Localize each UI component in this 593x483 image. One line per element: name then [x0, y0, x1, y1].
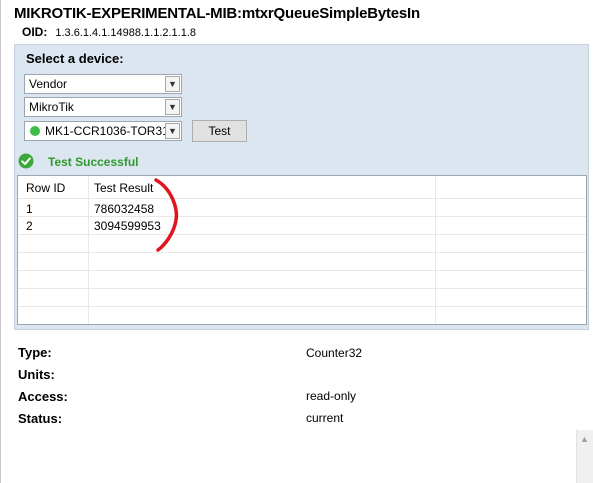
- device-value: MK1-CCR1036-TOR31: [45, 124, 169, 138]
- grid-row-divider: [18, 216, 586, 217]
- test-result-cell: 786032458: [94, 202, 155, 216]
- device-dropdown[interactable]: MK1-CCR1036-TOR31 ▼: [24, 121, 182, 141]
- status-label: Status:: [18, 411, 63, 426]
- vendor-type-value: Vendor: [29, 77, 68, 91]
- access-label: Access:: [18, 389, 68, 404]
- oid-label: OID:: [22, 25, 48, 39]
- type-value: Counter32: [306, 346, 363, 360]
- row-id-cell: 2: [26, 219, 33, 233]
- success-check-icon: [18, 153, 34, 169]
- test-button[interactable]: Test: [192, 120, 247, 142]
- page-title: MIKROTIK-EXPERIMENTAL-MIB:mtxrQueueSimpl…: [14, 5, 420, 22]
- grid-row-divider: [18, 234, 586, 235]
- grid-row-divider: [18, 306, 586, 307]
- oid-row: OID: 1.3.6.1.4.1.14988.1.1.2.1.1.8: [22, 25, 196, 39]
- vendor-value: MikroTik: [29, 100, 74, 114]
- grid-row-divider: [18, 270, 586, 271]
- window-left-border: [0, 0, 1, 483]
- oid-value: 1.3.6.1.4.1.14988.1.1.2.1.1.8: [55, 27, 197, 39]
- scroll-up-arrow-icon[interactable]: ▲: [580, 434, 589, 444]
- select-device-title: Select a device:: [26, 51, 124, 66]
- column-header-row-id[interactable]: Row ID: [26, 181, 65, 195]
- chevron-down-icon[interactable]: ▼: [165, 123, 180, 139]
- grid-row-divider: [18, 288, 586, 289]
- chevron-down-icon[interactable]: ▼: [165, 76, 180, 92]
- grid-row-divider: [18, 252, 586, 253]
- vertical-scrollbar[interactable]: ▲: [576, 430, 593, 483]
- access-value: read-only: [306, 389, 357, 403]
- chevron-down-icon[interactable]: ▼: [165, 99, 180, 115]
- vendor-type-dropdown[interactable]: Vendor ▼: [24, 74, 182, 94]
- row-id-cell: 1: [26, 202, 33, 216]
- type-label: Type:: [18, 345, 52, 360]
- status-value: current: [306, 411, 344, 425]
- units-label: Units:: [18, 367, 55, 382]
- test-status-text: Test Successful: [48, 155, 139, 169]
- device-status-icon: [30, 126, 40, 136]
- vendor-dropdown[interactable]: MikroTik ▼: [24, 97, 182, 117]
- red-bracket-annotation: [154, 178, 179, 252]
- grid-row-divider: [18, 198, 586, 199]
- column-header-test-result[interactable]: Test Result: [94, 181, 153, 195]
